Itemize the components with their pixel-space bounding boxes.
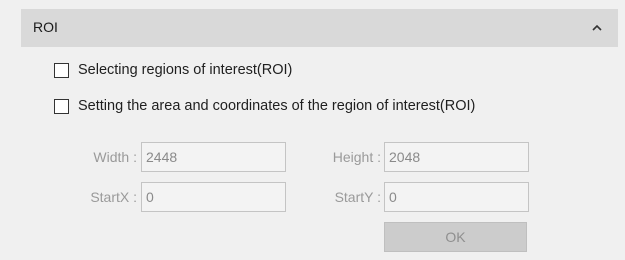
- chevron-up-icon[interactable]: [590, 22, 604, 34]
- starty-input[interactable]: [384, 182, 529, 212]
- roi-section-header[interactable]: ROI: [21, 9, 618, 47]
- width-label: Width :: [93, 149, 137, 165]
- select-roi-label: Selecting regions of interest(ROI): [78, 62, 293, 78]
- set-roi-area-checkbox[interactable]: [54, 98, 69, 114]
- width-input[interactable]: [141, 142, 286, 172]
- select-roi-checkbox-row[interactable]: Selecting regions of interest(ROI): [54, 60, 292, 80]
- roi-panel: ROI Selecting regions of interest(ROI) S…: [21, 9, 618, 260]
- select-roi-checkbox[interactable]: [54, 62, 69, 78]
- ok-button[interactable]: OK: [384, 222, 527, 252]
- startx-label: StartX :: [90, 189, 137, 205]
- startx-input[interactable]: [141, 182, 286, 212]
- section-title: ROI: [33, 19, 58, 35]
- starty-label: StartY :: [334, 189, 381, 205]
- set-roi-area-label: Setting the area and coordinates of the …: [78, 98, 476, 114]
- height-label: Height :: [332, 149, 381, 165]
- height-input[interactable]: [384, 142, 529, 172]
- set-roi-area-checkbox-row[interactable]: Setting the area and coordinates of the …: [54, 96, 475, 116]
